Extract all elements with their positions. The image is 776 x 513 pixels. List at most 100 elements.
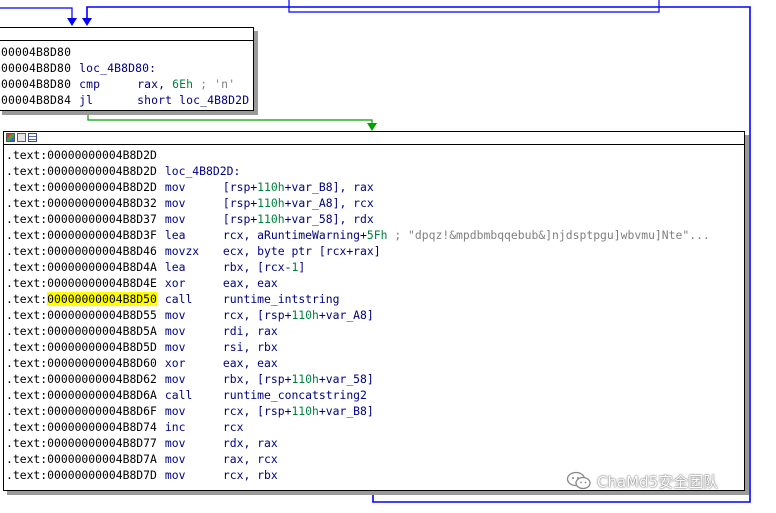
disassembly-lines: .text:00000000004B8D2D .text:00000000004B… — [4, 145, 744, 483]
operand: rcx — [222, 420, 244, 434]
disassembly-lines: 00004B8D80 00004B8D80 loc_4B8D80: 00004B8D8… — [0, 41, 253, 108]
edge-arrowhead — [82, 18, 92, 26]
edge-arrowhead — [367, 123, 377, 131]
code-line[interactable]: .text:00000000004B8D2D loc_4B8D2D: — [6, 163, 744, 179]
code-line[interactable]: .text:00000000004B8D4A lea rbx, [rcx-1] — [6, 259, 744, 275]
operand: ecx, byte ptr [rcx+rax] — [222, 244, 381, 258]
operand: rbx, [rcx- — [222, 260, 292, 274]
watermark: ChaMd5安全团队 — [566, 470, 718, 492]
operand: +var_A8] — [318, 308, 374, 322]
address: .text:00000000004B8D6F — [6, 404, 157, 418]
operand-number: 110h — [291, 308, 319, 322]
node-header[interactable] — [4, 132, 744, 145]
code-line[interactable]: .text:00000000004B8D6F mov rcx, [rsp+110h+… — [6, 403, 744, 419]
code-line[interactable]: .text:00000000004B8D2D mov [rsp+110h+var_B… — [6, 179, 744, 195]
address: .text:00000000004B8D60 — [6, 356, 157, 370]
address: 00004B8D80 — [1, 45, 72, 59]
mnemonic: call — [164, 292, 193, 306]
address: .text:00000000004B8D74 — [6, 420, 157, 434]
operand: [rsp+ — [222, 212, 258, 226]
text-view-icon[interactable] — [28, 133, 37, 142]
operand: +var_58], rdx — [284, 212, 374, 226]
operand: rax, rcx — [222, 452, 278, 466]
mnemonic: cmp — [79, 77, 101, 91]
graph-color-icon[interactable] — [6, 133, 15, 142]
mnemonic: mov — [164, 324, 186, 338]
operand-number: 110h — [257, 180, 285, 194]
address: .text:00000000004B8D4E — [6, 276, 157, 290]
address: 00004B8D80 — [1, 61, 72, 75]
code-line[interactable]: .text:00000000004B8D4E xor eax, eax — [6, 275, 744, 291]
code-line[interactable]: .text:00000000004B8D3F lea rcx, aRuntimeWa… — [6, 227, 744, 243]
code-line[interactable]: .text:00000000004B8D55 mov rcx, [rsp+110h+… — [6, 307, 744, 323]
operand: [rsp+ — [222, 180, 258, 194]
code-line[interactable]: .text:00000000004B8D50 call runtime_intstr… — [6, 291, 744, 307]
edge-false-branch[interactable] — [87, 111, 373, 125]
operand: +var_A8], rcx — [284, 196, 374, 210]
code-line[interactable]: .text:00000000004B8D74 inc rcx — [6, 419, 744, 435]
mnemonic: movzx — [164, 244, 200, 258]
code-line[interactable]: .text:00000000004B8D77 mov rdx, rax — [6, 435, 744, 451]
address: .text:00000000004B8D46 — [6, 244, 157, 258]
edge-left-in[interactable] — [0, 7, 73, 20]
address: .text:00000000004B8D4A — [6, 260, 157, 274]
address: 00004B8D84 — [1, 93, 72, 107]
code-block-main[interactable]: .text:00000000004B8D2D .text:00000000004B… — [3, 131, 745, 491]
operand: ] — [298, 260, 306, 274]
code-line[interactable]: .text:00000000004B8D37 mov [rsp+110h+var_5… — [6, 211, 744, 227]
operand: rcx, aRuntimeWarning+ — [222, 228, 367, 242]
mnemonic: mov — [164, 452, 186, 466]
operand-number: 5Fh — [366, 228, 388, 242]
code-line[interactable]: .text:00000000004B8D46 movzx ecx, byte ptr… — [6, 243, 744, 259]
mnemonic: call — [164, 388, 193, 402]
edge-outer-top[interactable] — [288, 0, 660, 13]
mnemonic: mov — [164, 196, 186, 210]
operand: short loc_4B8D2D — [137, 93, 250, 107]
code-line[interactable]: .text:00000000004B8D62 mov rbx, [rsp+110h+… — [6, 371, 744, 387]
address: .text:00000000004B8D2D — [6, 164, 157, 178]
node-header[interactable] — [0, 28, 253, 41]
address: .text:00000000004B8D3F — [6, 228, 157, 242]
code-label: loc_4B8D80: — [79, 61, 157, 75]
mnemonic: mov — [164, 308, 186, 322]
mnemonic: jl — [79, 93, 94, 107]
mnemonic: mov — [164, 372, 186, 386]
address: 00004B8D80 — [1, 77, 72, 91]
code-line[interactable]: .text:00000000004B8D7A mov rax, rcx — [6, 451, 744, 467]
address: .text:00000000004B8D7D — [6, 468, 157, 482]
mnemonic: mov — [164, 404, 186, 418]
edit-node-icon[interactable] — [17, 133, 26, 142]
code-line[interactable]: .text:00000000004B8D6A call runtime_concat… — [6, 387, 744, 403]
code-line[interactable]: .text:00000000004B8D32 mov [rsp+110h+var_A… — [6, 195, 744, 211]
code-line[interactable]: .text:00000000004B8D2D — [6, 147, 744, 163]
address: .text:00000000004B8D32 — [6, 196, 157, 210]
operand: rdi, rax — [222, 324, 278, 338]
address: .text:00000000004B8D55 — [6, 308, 157, 322]
code-line[interactable]: 00004B8D84 jl short loc_4B8D2D — [1, 92, 253, 108]
code-label: loc_4B8D2D: — [164, 164, 241, 178]
mnemonic: lea — [164, 260, 186, 274]
operand: runtime_intstring — [222, 292, 340, 306]
code-line[interactable]: .text:00000000004B8D5D mov rsi, rbx — [6, 339, 744, 355]
code-line[interactable]: 00004B8D80 loc_4B8D80: — [1, 60, 253, 76]
mnemonic: mov — [164, 436, 186, 450]
address: .text:00000000004B8D37 — [6, 212, 157, 226]
operand: +var_58] — [318, 372, 374, 386]
comment: ; "dpqz!&mpdbmbqqebub&]njdsptpgu]wbvmu]N… — [387, 228, 710, 242]
address: .text:00000000004B8D7A — [6, 452, 157, 466]
code-line[interactable]: .text:00000000004B8D5A mov rdi, rax — [6, 323, 744, 339]
mnemonic: mov — [164, 468, 186, 482]
address: .text:00000000004B8D2D — [6, 148, 157, 162]
mnemonic: xor — [164, 356, 186, 370]
address: .text:00000000004B8D6A — [6, 388, 157, 402]
operand: eax, eax — [222, 276, 278, 290]
mnemonic: lea — [164, 228, 186, 242]
code-block-top[interactable]: 00004B8D80 00004B8D80 loc_4B8D80: 00004B8D8… — [0, 27, 254, 111]
code-line[interactable]: 00004B8D80 cmp rax, 6Eh ; 'n' — [1, 76, 253, 92]
address: .text:00000000004B8D77 — [6, 436, 157, 450]
code-line[interactable]: 00004B8D80 — [1, 44, 253, 60]
mnemonic: xor — [164, 276, 186, 290]
operand-number: 6Eh — [172, 77, 194, 91]
code-line[interactable]: .text:00000000004B8D60 xor eax, eax — [6, 355, 744, 371]
address: .text:00000000004B8D5A — [6, 324, 157, 338]
